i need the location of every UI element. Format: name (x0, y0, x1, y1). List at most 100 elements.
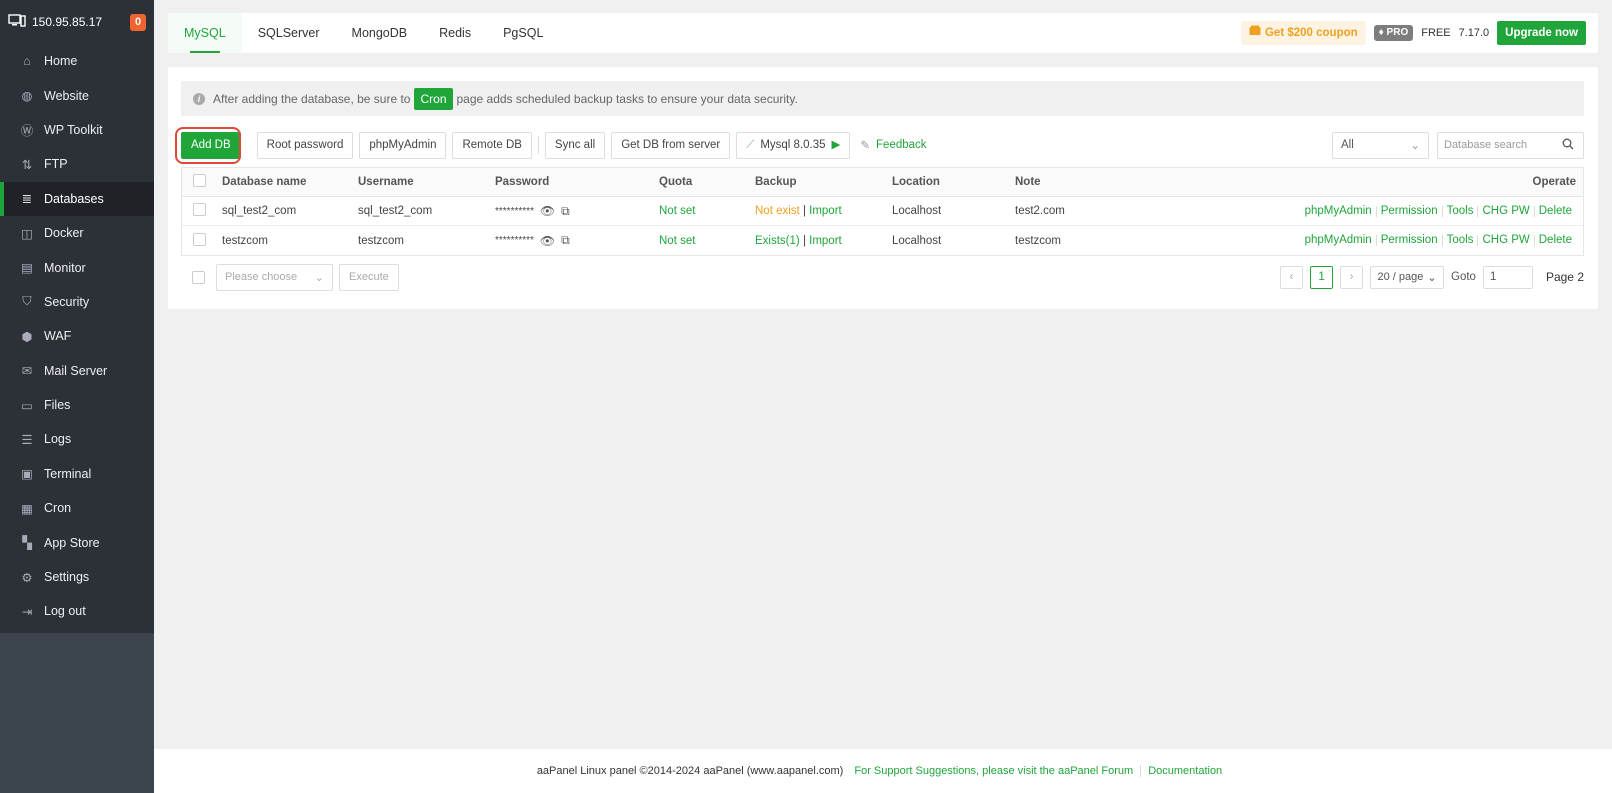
sidebar-item-website[interactable]: ◍ Website (0, 78, 154, 112)
sidebar-item-waf[interactable]: ⬢ WAF (0, 319, 154, 353)
op-delete-link[interactable]: Delete (1533, 205, 1576, 217)
db-name: testzcom (222, 234, 269, 247)
sidebar-item-logs[interactable]: ☰ Logs (0, 422, 154, 456)
notification-badge[interactable]: 0 (130, 13, 146, 31)
sidebar-item-docker[interactable]: ◫ Docker (0, 216, 154, 250)
remote-db-button[interactable]: Remote DB (452, 131, 532, 159)
database-toolbar: Add DB Root password phpMyAdmin Remote D… (175, 126, 1584, 164)
get-db-from-server-button[interactable]: Get DB from server (611, 131, 731, 159)
documentation-link[interactable]: Documentation (1140, 765, 1229, 777)
batch-action-select[interactable]: Please choose ⌄ (216, 263, 333, 291)
server-ip: 150.95.85.17 (32, 15, 103, 29)
sidebar-item-terminal[interactable]: ▣ Terminal (0, 457, 154, 491)
op-phpmyadmin-link[interactable]: phpMyAdmin (1301, 205, 1376, 217)
sidebar-item-label: Log out (44, 604, 86, 619)
db-note[interactable]: test2.com (1015, 205, 1215, 217)
execute-button[interactable]: Execute (339, 263, 399, 291)
calendar-icon: ▦ (21, 501, 33, 516)
header-right: Get $200 coupon ♦ PRO FREE 7.17.0 Upgrad… (1240, 21, 1598, 45)
db-password: ********** (495, 235, 534, 246)
row-checkbox[interactable] (193, 203, 206, 216)
db-username: testzcom (358, 234, 405, 247)
ftp-icon: ⇅ (21, 157, 33, 172)
database-type-tabs: MySQL SQLServer MongoDB Redis PgSQL Get … (168, 13, 1598, 53)
tab-pgsql[interactable]: PgSQL (487, 13, 559, 53)
op-permission-link[interactable]: Permission (1375, 234, 1442, 246)
table-footer: Please choose ⌄ Execute ‹ 1 › 20 / page … (181, 263, 1584, 291)
search-icon[interactable] (1562, 138, 1574, 153)
page-number[interactable]: 1 (1310, 265, 1334, 289)
sidebar-item-files[interactable]: ▭ Files (0, 388, 154, 422)
tab-mysql[interactable]: MySQL (168, 13, 242, 53)
database-search[interactable] (1437, 131, 1584, 159)
mysql-version-button[interactable]: ⟋ Mysql 8.0.35 ▶ (736, 131, 851, 159)
coupon-button[interactable]: Get $200 coupon (1240, 21, 1366, 45)
version-label: 7.17.0 (1458, 27, 1490, 39)
filter-select[interactable]: All ⌄ (1332, 131, 1429, 159)
sidebar-item-label: Home (44, 54, 78, 69)
sync-all-button[interactable]: Sync all (544, 131, 606, 159)
op-chg-pw-link[interactable]: CHG PW (1477, 234, 1533, 246)
sidebar-item-app-store[interactable]: ▚ App Store (0, 525, 154, 559)
phpmyadmin-button[interactable]: phpMyAdmin (359, 131, 447, 159)
select-all-checkbox[interactable] (193, 174, 206, 187)
footer-select-checkbox[interactable] (192, 270, 205, 284)
page-total: Page 2 (1545, 270, 1584, 284)
sidebar-item-databases[interactable]: ≣ Databases (0, 181, 154, 217)
prev-page-button[interactable]: ‹ (1280, 265, 1304, 289)
sidebar-item-settings[interactable]: ⚙ Settings (0, 560, 154, 594)
sidebar-item-wp-toolkit[interactable]: Ⓦ WP Toolkit (0, 113, 154, 147)
copy-icon[interactable]: ⧉ (561, 233, 570, 248)
sidebar-item-home[interactable]: ⌂ Home (0, 44, 154, 78)
cron-link[interactable]: Cron (414, 87, 453, 110)
page-size-select[interactable]: 20 / page ⌄ (1370, 265, 1445, 289)
search-input[interactable] (1444, 139, 1562, 151)
eye-icon[interactable]: 👁︎ (540, 234, 555, 248)
tab-sqlserver[interactable]: SQLServer (242, 13, 336, 53)
db-password: ********** (495, 205, 534, 217)
logs-icon: ☰ (21, 432, 33, 447)
upgrade-button[interactable]: Upgrade now (1497, 21, 1586, 45)
feedback-link[interactable]: ✎ Feedback (860, 138, 926, 152)
row-operations: phpMyAdmin Permission Tools CHG PW Delete (1301, 205, 1583, 217)
op-permission-link[interactable]: Permission (1375, 205, 1442, 217)
apps-icon: ▚ (22, 536, 32, 551)
terminal-icon: ▣ (21, 467, 33, 482)
col-database-name[interactable]: Database name (222, 176, 358, 188)
db-note[interactable]: testzcom (1015, 235, 1215, 247)
sidebar-item-label: Logs (44, 432, 72, 447)
col-quota: Quota (659, 176, 693, 188)
sidebar-item-ftp[interactable]: ⇅ FTP (0, 147, 154, 181)
tab-mongodb[interactable]: MongoDB (336, 13, 424, 53)
op-phpmyadmin-link[interactable]: phpMyAdmin (1301, 234, 1376, 246)
sidebar-item-label: Terminal (44, 466, 92, 481)
op-tools-link[interactable]: Tools (1441, 234, 1478, 246)
eye-icon[interactable]: 👁︎ (540, 204, 555, 218)
sidebar-item-monitor[interactable]: ▤ Monitor (0, 250, 154, 284)
sidebar-item-log-out[interactable]: ⇥ Log out (0, 594, 154, 628)
backup-status-link[interactable]: Not exist (755, 205, 800, 217)
op-chg-pw-link[interactable]: CHG PW (1477, 205, 1533, 217)
op-delete-link[interactable]: Delete (1533, 234, 1576, 246)
sidebar-item-mail-server[interactable]: ✉ Mail Server (0, 354, 154, 388)
root-password-button[interactable]: Root password (256, 131, 354, 159)
next-page-button[interactable]: › (1340, 265, 1364, 289)
sidebar-item-security[interactable]: ⛉ Security (0, 285, 154, 319)
quota-link[interactable]: Not set (659, 205, 755, 217)
goto-input[interactable]: 1 (1482, 265, 1533, 289)
copy-icon[interactable]: ⧉ (561, 204, 570, 219)
import-link[interactable]: Import (809, 205, 842, 217)
support-link[interactable]: For Support Suggestions, please visit th… (847, 765, 1140, 777)
chevron-down-icon: ⌄ (1427, 271, 1437, 284)
copyright: aaPanel Linux panel ©2014-2024 aaPanel (… (536, 765, 844, 777)
page-footer: aaPanel Linux panel ©2014-2024 aaPanel (… (154, 749, 1612, 793)
row-checkbox[interactable] (193, 232, 206, 246)
op-tools-link[interactable]: Tools (1441, 205, 1478, 217)
import-link[interactable]: Import (809, 235, 842, 247)
backup-status-link[interactable]: Exists(1) (755, 235, 800, 247)
tab-redis[interactable]: Redis (423, 13, 487, 53)
pro-badge[interactable]: ♦ PRO (1373, 25, 1414, 41)
quota-link[interactable]: Not set (659, 235, 755, 247)
sidebar-item-label: FTP (44, 157, 68, 172)
sidebar-item-cron[interactable]: ▦ Cron (0, 491, 154, 525)
